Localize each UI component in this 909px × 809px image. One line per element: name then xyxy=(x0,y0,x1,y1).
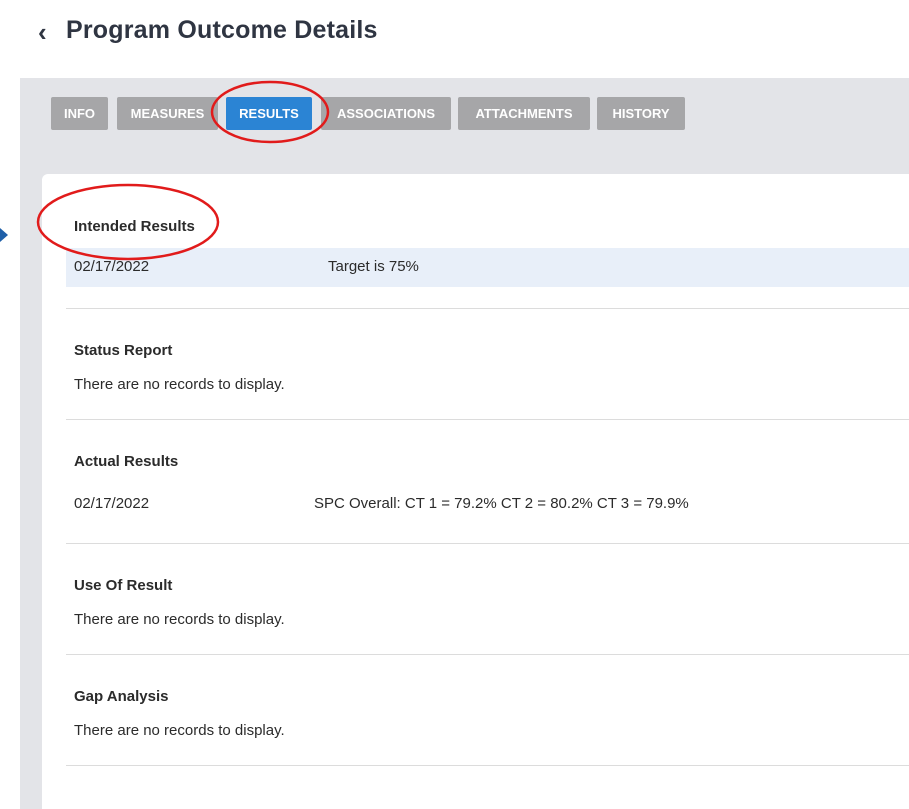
page-title: Program Outcome Details xyxy=(66,16,378,44)
divider xyxy=(66,654,909,655)
gap-empty-text: There are no records to display. xyxy=(74,722,285,739)
divider xyxy=(66,308,909,309)
actual-text: SPC Overall: CT 1 = 79.2% CT 2 = 80.2% C… xyxy=(314,495,689,512)
intended-date: 02/17/2022 xyxy=(74,258,150,275)
table-row[interactable] xyxy=(66,248,909,287)
tab-associations[interactable]: ASSOCIATIONS xyxy=(321,97,451,130)
tab-results[interactable]: RESULTS xyxy=(226,97,312,130)
divider xyxy=(66,419,909,420)
tab-history[interactable]: HISTORY xyxy=(597,97,685,130)
tab-measures[interactable]: MEASURES xyxy=(117,97,218,130)
divider xyxy=(66,765,909,766)
use-of-result-title: Use Of Result xyxy=(74,577,173,594)
left-strip xyxy=(0,0,20,809)
actual-date: 02/17/2022 xyxy=(74,495,150,512)
intended-text: Target is 75% xyxy=(328,258,419,275)
tab-attachments[interactable]: ATTACHMENTS xyxy=(458,97,590,130)
gap-analysis-title: Gap Analysis xyxy=(74,688,169,705)
status-report-title: Status Report xyxy=(74,342,173,359)
divider xyxy=(66,543,909,544)
back-chevron-icon[interactable]: ‹ xyxy=(38,19,47,45)
actual-results-title: Actual Results xyxy=(74,453,179,470)
status-empty-text: There are no records to display. xyxy=(74,376,285,393)
tab-info[interactable]: INFO xyxy=(51,97,108,130)
use-empty-text: There are no records to display. xyxy=(74,611,285,628)
intended-results-title: Intended Results xyxy=(74,218,195,235)
